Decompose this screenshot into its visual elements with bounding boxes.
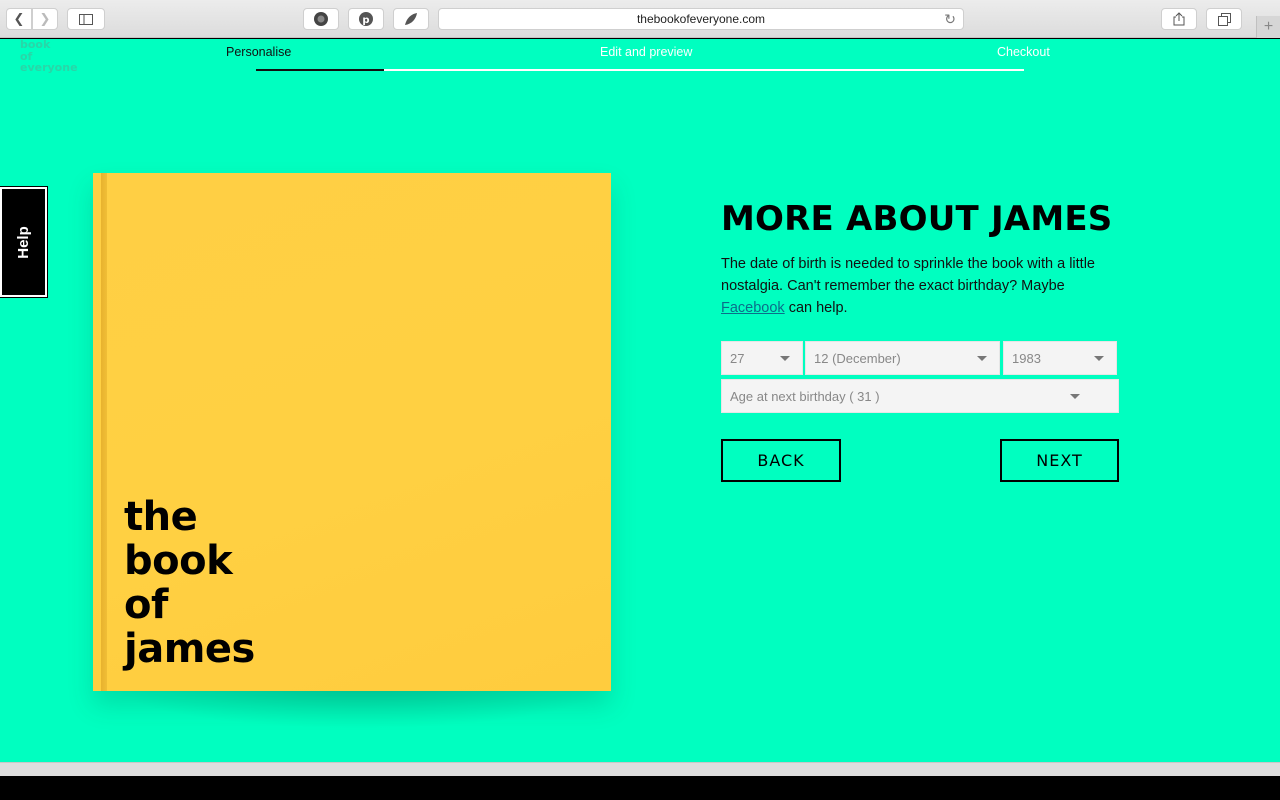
age-select[interactable]: Age at next birthday ( 31 ) [721,379,1119,413]
birth-day-value: 27 [730,350,745,366]
form-description: The date of birth is needed to sprinkle … [721,253,1121,319]
browser-status-bar [0,762,1280,776]
help-button[interactable]: Help [0,186,48,298]
url-bar[interactable]: thebookofeveryone.com ↻ [438,8,964,30]
forward-button[interactable]: ❯ [32,8,58,30]
help-label: Help [14,225,32,259]
book-title-line-2: book [124,538,233,584]
share-icon [1173,12,1185,26]
extension-button-1[interactable] [303,8,339,30]
next-label: NEXT [1036,451,1083,470]
chevron-left-icon: ❮ [13,11,25,26]
step-edit-and-preview[interactable]: Edit and preview [600,45,692,59]
back-label: BACK [757,451,805,470]
pinterest-button[interactable]: p [348,8,384,30]
book-title: the book of james [124,495,255,671]
caret-down-icon [977,356,987,361]
chevron-right-icon: ❯ [39,11,51,26]
extension-button-3[interactable] [393,8,429,30]
desc-text-after: can help. [784,300,848,316]
next-button[interactable]: NEXT [1000,439,1119,482]
screen-bottom-bar [0,776,1280,800]
page-content: book of everyone Personalise Edit and pr… [0,39,1280,762]
step-personalise[interactable]: Personalise [226,45,291,59]
camera-lens-icon [314,12,328,26]
progress-fill [256,69,385,71]
caret-down-icon [1094,356,1104,361]
book-cover-preview: the book of james [93,173,611,691]
birth-month-value: 12 (December) [814,350,901,366]
step-checkout[interactable]: Checkout [997,45,1050,59]
pinterest-icon: p [359,12,373,26]
svg-text:p: p [362,15,369,26]
caret-down-icon [1070,394,1080,399]
book-title-line-3: of [124,582,168,628]
reload-icon[interactable]: ↻ [944,11,956,28]
birth-year-select[interactable]: 1983 [1003,341,1117,375]
browser-toolbar: ❮ ❯ p thebookofeveryone.com ↻ + [0,0,1280,38]
book-title-line-4: james [124,626,255,672]
facebook-link[interactable]: Facebook [721,300,785,316]
new-tab-button[interactable]: + [1256,16,1280,38]
url-text: thebookofeveryone.com [636,12,766,26]
caret-down-icon [780,356,790,361]
birth-month-select[interactable]: 12 (December) [805,341,1000,375]
back-button[interactable]: ❮ [6,8,32,30]
book-title-line-1: the [124,494,198,540]
age-value: Age at next birthday ( 31 ) [730,388,880,404]
checkout-steps: Personalise Edit and preview Checkout [0,39,1280,79]
book-spine [101,173,107,691]
plus-icon: + [1263,18,1274,35]
progress-track [256,69,1024,71]
sidebar-icon [79,13,93,25]
sidebar-toggle-button[interactable] [67,8,105,30]
tabs-overview-button[interactable] [1206,8,1242,30]
birth-day-select[interactable]: 27 [721,341,803,375]
back-button-form[interactable]: BACK [721,439,841,482]
page-title: MORE ABOUT JAMES [721,199,1113,239]
birthday-form: MORE ABOUT JAMES The date of birth is ne… [721,199,1121,319]
leaf-icon [405,13,417,25]
birth-year-value: 1983 [1012,350,1041,366]
desc-text-before: The date of birth is needed to sprinkle … [721,256,1095,294]
share-button[interactable] [1161,8,1197,30]
tabs-icon [1217,12,1231,26]
